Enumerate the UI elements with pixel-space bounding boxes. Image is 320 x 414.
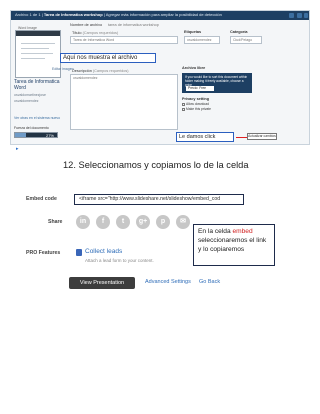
more-link[interactable]: Ver otras en el sistema nuevo: [14, 116, 60, 120]
lead-form-icon: [76, 249, 82, 256]
close-icon[interactable]: [304, 13, 308, 18]
file-preview-callout: Aquí nos muestra el archivo: [60, 53, 156, 63]
pinterest-icon[interactable]: p: [156, 215, 170, 229]
pricing-panel: If you would like to sort this document …: [182, 73, 252, 93]
facebook-icon[interactable]: f: [96, 215, 110, 229]
description-label: Descripción (Campos requeridos): [72, 69, 129, 73]
tags-label: Etiquetas: [184, 30, 202, 34]
red-arrow-icon: [236, 137, 247, 138]
price-select[interactable]: Precio: Free: [186, 86, 214, 91]
collect-leads-link[interactable]: Collect leads: [85, 248, 122, 255]
make-private-checkbox[interactable]: Make this private: [182, 107, 211, 111]
update-button[interactable]: Actualizar cambios: [247, 133, 277, 140]
breadcrumb: Archivo 1 de 1 | Tarea de Informatica wo…: [15, 12, 222, 17]
filename-value: tarea de informatica workshop: [108, 23, 159, 27]
email-icon[interactable]: ✉: [176, 215, 190, 229]
thumbnail-line: [21, 53, 53, 54]
progress-fill: [15, 133, 27, 137]
document-title: Tarea de Informatica Word: [14, 79, 60, 91]
tags-input[interactable]: osvaldomendez: [184, 36, 220, 44]
settings-icon[interactable]: [297, 13, 302, 18]
category-select[interactable]: Ciud/Pelago: [230, 36, 262, 44]
top-nav-bar: Archivo 1 de 1 | Tarea de Informatica wo…: [11, 11, 309, 20]
step-heading: 12. Seleccionamos y copiamos lo de la ce…: [63, 160, 249, 170]
google-plus-icon[interactable]: g+: [136, 215, 150, 229]
privacy-label: Archivo libre: [182, 66, 206, 70]
thumbnail-label: Word Image: [18, 26, 37, 30]
title-input[interactable]: Tarea de Informatica Word: [70, 36, 178, 44]
pro-features-label: PRO Features: [26, 250, 61, 256]
allow-download-checkbox[interactable]: Allow download: [182, 102, 209, 106]
embed-code-field[interactable]: <iframe src="http://www.slideshare.net/s…: [74, 194, 244, 205]
privacy-setting-label: Privacy setting: [182, 97, 210, 101]
linkedin-icon[interactable]: in: [76, 215, 90, 229]
go-back-link[interactable]: Go Back: [199, 279, 220, 285]
embed-callout: En la celda embed seleccionaremos el lin…: [193, 224, 275, 266]
breadcrumb-suffix: | Agregar más información para ampliar l…: [103, 12, 222, 17]
thumbnail-line: [21, 58, 45, 59]
document-strength-bar: 27%: [14, 132, 58, 138]
advanced-settings-link[interactable]: Advanced Settings: [145, 279, 191, 285]
embed-code-label: Embed code: [26, 196, 57, 202]
title-label: Título (Campos requeridos): [72, 31, 119, 35]
thumbnail-line: [21, 43, 55, 44]
twitter-icon[interactable]: t: [116, 215, 130, 229]
collect-leads-description: Attach a lead form to your content.: [85, 258, 154, 263]
breadcrumb-prefix: Archivo 1 de 1: [15, 12, 41, 17]
change-image-link[interactable]: Editar imagen: [52, 67, 74, 71]
share-label: Share: [48, 219, 63, 225]
document-author[interactable]: osvaldomartinezjose: [14, 93, 46, 97]
description-textarea[interactable]: osvaldomendez: [70, 74, 178, 130]
thumbnail-line: [21, 48, 49, 49]
help-icon[interactable]: [289, 13, 294, 18]
breadcrumb-title: Tarea de Informatica workshop: [43, 12, 103, 17]
filename-label: Nombre de archivo: [70, 23, 103, 27]
progress-percent: 27%: [45, 133, 54, 138]
progress-label: Fuerza del documento: [14, 126, 49, 130]
document-org[interactable]: osvaldomendez: [14, 99, 39, 103]
cursor-mark-icon: ▸: [16, 146, 19, 152]
category-label: Categoría: [230, 30, 248, 34]
view-presentation-button[interactable]: View Presentation: [69, 277, 135, 289]
click-callout: Le damos click: [176, 132, 234, 142]
thumbnail-header: [16, 31, 60, 36]
